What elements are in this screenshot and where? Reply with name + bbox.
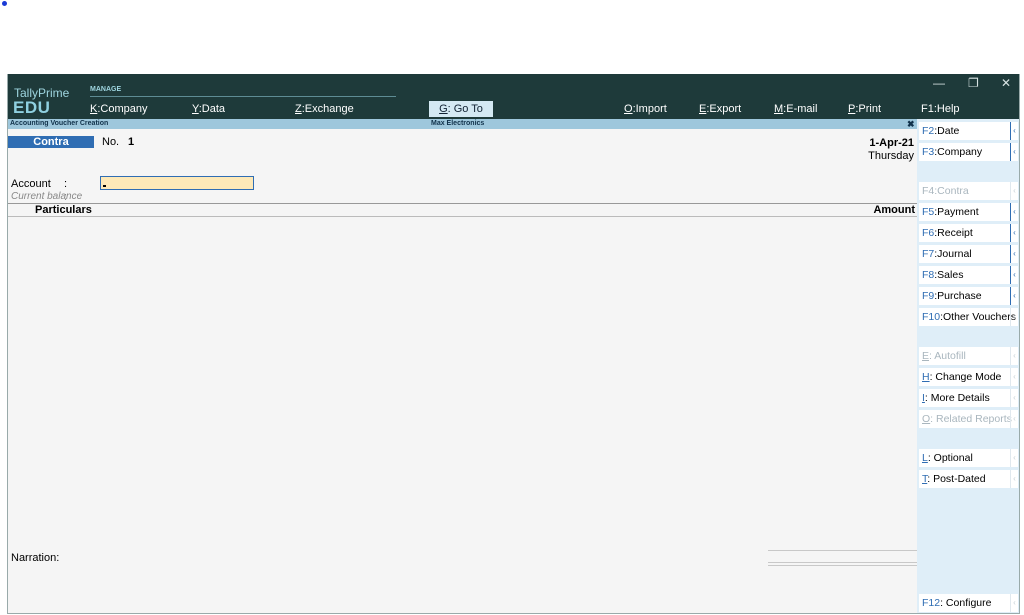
chevron-left-icon: ‹ [1010, 224, 1018, 242]
btn-receipt[interactable]: F6:Receipt ‹ [919, 224, 1018, 242]
chevron-left-icon: ‹ [1010, 389, 1018, 407]
account-colon: : [64, 178, 68, 190]
btn-optional[interactable]: L: Optional ‹ [919, 449, 1018, 467]
voucher-date[interactable]: 1-Apr-21 [869, 137, 914, 149]
top-bar: TallyPrime EDU MANAGE K:Company Y:Data Z… [7, 74, 1020, 119]
voucher-no-value: 1 [128, 136, 135, 148]
btn-configure[interactable]: F12: Configure ‹ [919, 594, 1018, 612]
btn-purchase[interactable]: F9:Purchase ‹ [919, 287, 1018, 305]
chevron-left-icon: ‹ [1010, 143, 1018, 161]
chevron-left-icon: ‹ [1010, 347, 1018, 365]
text-cursor [103, 185, 106, 187]
btn-sales[interactable]: F8:Sales ‹ [919, 266, 1018, 284]
chevron-left-icon: ‹ [1010, 245, 1018, 263]
chevron-left-icon: ‹ [1010, 266, 1018, 284]
btn-more-details[interactable]: I: More Details ‹ [919, 389, 1018, 407]
menu-email[interactable]: M:E-mail [774, 103, 817, 115]
current-balance-colon: : [64, 191, 68, 203]
voucher-day: Thursday [868, 150, 914, 162]
window-frame-right [1019, 74, 1020, 614]
chevron-left-icon: ‹ [1010, 470, 1018, 488]
account-input[interactable] [100, 176, 254, 190]
menu-print[interactable]: P:Print [848, 103, 881, 115]
voucher-no-label: No. [102, 136, 120, 148]
menu-help[interactable]: F1:Help [921, 103, 960, 115]
chevron-left-icon: ‹ [1010, 308, 1018, 326]
section-divider [90, 96, 396, 97]
menu-company[interactable]: K:Company [90, 103, 147, 115]
indicator-dot [2, 1, 7, 6]
window-frame-left [7, 74, 8, 614]
total-rule [768, 550, 917, 551]
company-name: Max Electronics [431, 120, 485, 127]
voucher-area: Contra No. 1 1-Apr-21 Thursday Account :… [7, 129, 917, 613]
brand-edition: EDU [13, 98, 51, 117]
table-header-bottom-rule [7, 216, 917, 217]
menu-exchange[interactable]: Z:Exchange [295, 103, 354, 115]
voucher-type-badge: Contra [8, 136, 94, 148]
btn-post-dated[interactable]: T: Post-Dated ‹ [919, 470, 1018, 488]
account-label: Account [11, 178, 51, 190]
narration-label: Narration: [11, 552, 60, 564]
section-label: MANAGE [90, 86, 122, 93]
chevron-left-icon: ‹ [1010, 449, 1018, 467]
btn-date[interactable]: F2:Date ‹ [919, 122, 1018, 140]
total-double-rule-2 [768, 565, 917, 566]
btn-payment[interactable]: F5:Payment ‹ [919, 203, 1018, 221]
btn-journal[interactable]: F7:Journal ‹ [919, 245, 1018, 263]
minimize-icon[interactable]: — [933, 76, 945, 90]
menu-import[interactable]: O:Import [624, 103, 667, 115]
window-frame-bottom [7, 613, 1020, 614]
chevron-left-icon: ‹ [1010, 287, 1018, 305]
chevron-left-icon: ‹ [1010, 410, 1018, 428]
table-header-top-rule [7, 203, 917, 204]
title-strip: Accounting Voucher Creation Max Electron… [7, 119, 917, 129]
btn-related-reports: O: Related Reports ‹ [919, 410, 1018, 428]
goto-button[interactable]: G: Go To [429, 101, 493, 117]
btn-company[interactable]: F3:Company ‹ [919, 143, 1018, 161]
menu-data[interactable]: Y:Data [192, 103, 225, 115]
chevron-left-icon: ‹ [1010, 203, 1018, 221]
chevron-left-icon: ‹ [1010, 594, 1018, 612]
chevron-left-icon: ‹ [1010, 368, 1018, 386]
amount-header: Amount [873, 204, 915, 216]
button-bar: F2:Date ‹ F3:Company ‹ F4:Contra ‹ F5:Payme… [917, 119, 1020, 613]
menu-export[interactable]: E:Export [699, 103, 741, 115]
particulars-header: Particulars [35, 204, 92, 216]
chevron-left-icon: ‹ [1010, 122, 1018, 140]
chevron-left-icon: ‹ [1010, 182, 1018, 200]
total-double-rule-1 [768, 562, 917, 563]
current-balance-label: Current balance [11, 191, 83, 202]
restore-icon[interactable]: ❐ [968, 76, 979, 90]
close-window-icon[interactable]: ✕ [1001, 76, 1011, 90]
close-screen-icon[interactable]: ✖ [907, 119, 915, 130]
btn-autofill: E: Autofill ‹ [919, 347, 1018, 365]
btn-other-vouchers[interactable]: F10:Other Vouchers ‹ [919, 308, 1018, 326]
btn-change-mode[interactable]: H: Change Mode ‹ [919, 368, 1018, 386]
btn-contra: F4:Contra ‹ [919, 182, 1018, 200]
screen-title: Accounting Voucher Creation [10, 120, 109, 127]
